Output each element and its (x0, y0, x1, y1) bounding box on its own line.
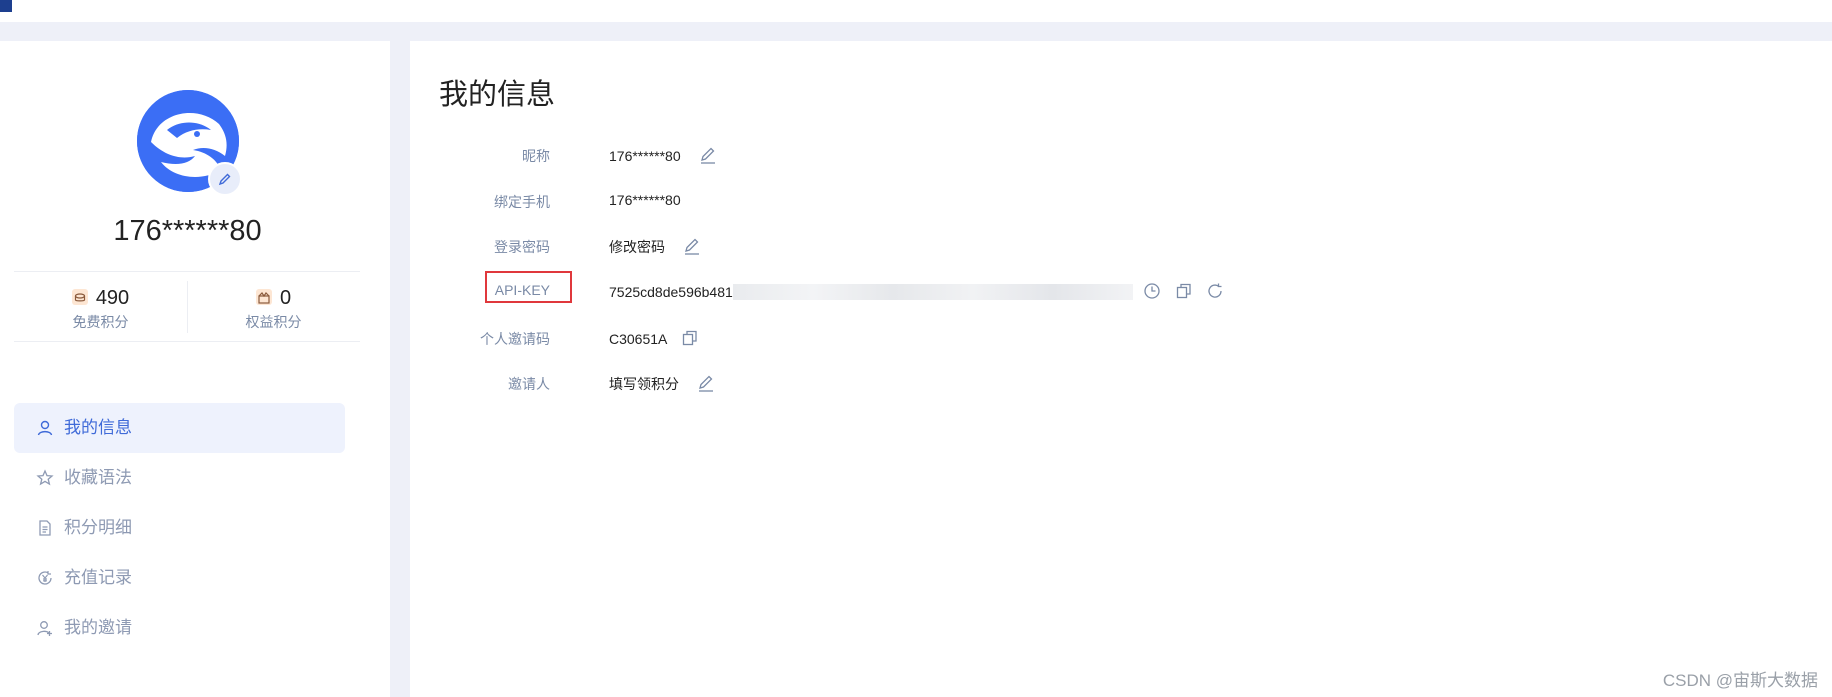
nickname-label: 昵称 (522, 148, 550, 164)
invite-code-row: C30651A (609, 329, 699, 347)
inviter-row: 填写领积分 (609, 374, 715, 394)
edit-icon[interactable] (697, 374, 715, 392)
password-row: 修改密码 (609, 237, 701, 257)
invite-code-value: C30651A (609, 331, 667, 347)
page-title: 我的信息 (439, 79, 556, 111)
copy-icon[interactable] (1175, 282, 1193, 300)
profile-sidebar: 176******80 490 免费积分 0 权益积分 我的信息 收藏语法 积分… (0, 41, 390, 697)
clock-icon[interactable] (1143, 282, 1161, 300)
profile-username: 176******80 (113, 215, 262, 247)
equity-points-value: 0 (279, 287, 292, 309)
nickname-row: 176******80 (609, 146, 717, 164)
edit-icon[interactable] (699, 146, 717, 164)
apikey-label: API-KEY (494, 282, 550, 298)
divider (14, 271, 360, 272)
sidebar-item-label: 我的邀请 (64, 618, 132, 637)
main-content: 我的信息 昵称 176******80 绑定手机 176******80 登录密… (410, 41, 1832, 697)
apikey-row: 7525cd8de596b481 (609, 282, 1224, 300)
equity-points-stat: 0 权益积分 (187, 275, 360, 332)
sidebar-item-favorites[interactable]: 收藏语法 (14, 453, 345, 503)
sidebar-item-recharge[interactable]: 充值记录 (14, 553, 345, 603)
user-icon (37, 420, 53, 436)
sidebar-item-label: 充值记录 (64, 568, 132, 587)
apikey-value: 7525cd8de596b481 (609, 284, 733, 300)
pencil-icon (218, 173, 231, 186)
avatar-edit-button[interactable] (208, 162, 242, 196)
sidebar-item-label: 我的信息 (64, 418, 132, 437)
phone-label: 绑定手机 (494, 194, 550, 210)
equity-points-label: 权益积分 (245, 314, 302, 330)
yen-icon (38, 571, 52, 585)
watermark: CSDN @宙斯大数据 (1662, 671, 1818, 690)
copy-icon[interactable] (681, 329, 699, 347)
nickname-value: 176******80 (609, 148, 681, 164)
inviter-label: 邀请人 (508, 376, 550, 392)
sidebar-item-label: 积分明细 (64, 518, 132, 537)
phone-value: 176******80 (609, 192, 681, 208)
refresh-icon[interactable] (1206, 282, 1224, 300)
sidebar-item-my-info[interactable]: 我的信息 (14, 403, 345, 453)
gift-icon (255, 289, 272, 305)
sidebar-menu: 我的信息 收藏语法 积分明细 充值记录 我的邀请 (14, 403, 345, 653)
sidebar-item-invites[interactable]: 我的邀请 (14, 603, 345, 653)
free-points-label: 免费积分 (72, 314, 129, 330)
free-points-value: 490 (95, 287, 130, 309)
sidebar-item-label: 收藏语法 (64, 468, 132, 487)
apikey-redacted (732, 284, 1133, 300)
star-icon (36, 469, 54, 486)
site-logo[interactable] (0, 0, 18, 14)
password-label: 登录密码 (494, 239, 550, 255)
edit-icon[interactable] (683, 237, 701, 255)
coin-icon (71, 289, 88, 305)
top-bar (0, 0, 1832, 22)
sidebar-item-points-detail[interactable]: 积分明细 (14, 503, 345, 553)
user-add-icon (37, 621, 52, 636)
divider (14, 341, 360, 342)
change-password-link[interactable]: 修改密码 (609, 239, 665, 255)
free-points-stat: 490 免费积分 (14, 275, 187, 332)
document-icon (39, 520, 51, 536)
points-stats: 490 免费积分 0 权益积分 (14, 275, 360, 383)
inviter-value[interactable]: 填写领积分 (609, 376, 679, 392)
invite-code-label: 个人邀请码 (480, 331, 550, 347)
